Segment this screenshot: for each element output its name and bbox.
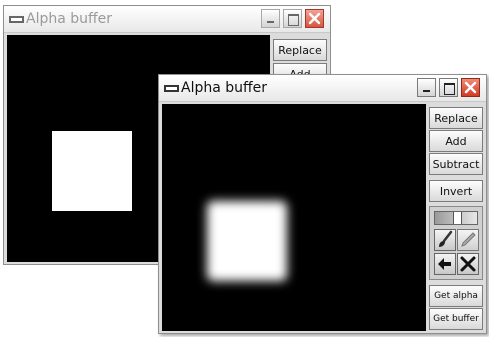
front-window-title: Alpha buffer <box>181 80 268 96</box>
tool-clear[interactable] <box>457 253 479 275</box>
minimize-icon <box>267 21 274 23</box>
invert-button[interactable]: Invert <box>429 180 483 202</box>
pencil-icon <box>461 232 476 247</box>
front-titlebar[interactable]: Alpha buffer <box>159 75 486 102</box>
minimize-button[interactable] <box>261 9 280 28</box>
front-alpha-canvas[interactable] <box>162 104 426 331</box>
brush-size-slider[interactable] <box>434 211 478 225</box>
clear-icon <box>460 256 476 272</box>
blurred-alpha-shape <box>207 201 287 281</box>
close-icon <box>308 12 321 25</box>
maximize-icon <box>288 14 299 26</box>
close-icon <box>464 81 477 94</box>
tool-undo[interactable] <box>434 253 456 275</box>
get-buffer-button[interactable]: Get buffer <box>429 308 483 330</box>
close-button[interactable] <box>305 9 324 28</box>
get-alpha-button[interactable]: Get alpha <box>429 285 483 307</box>
back-window-title: Alpha buffer <box>26 11 113 27</box>
tool-palette <box>429 206 483 280</box>
front-window: Alpha buffer Replace Add Subtract Invert <box>158 74 487 334</box>
alpha-shape-square <box>52 131 132 211</box>
brush-icon <box>439 230 453 247</box>
tool-brush[interactable] <box>434 229 456 251</box>
minimize-button[interactable] <box>417 78 436 97</box>
slider-thumb[interactable] <box>453 212 462 224</box>
close-button[interactable] <box>461 78 480 97</box>
subtract-button[interactable]: Subtract <box>429 153 483 175</box>
back-titlebar[interactable]: Alpha buffer <box>4 6 330 33</box>
maximize-button[interactable] <box>439 78 458 97</box>
maximize-button[interactable] <box>283 9 302 28</box>
tool-pencil[interactable] <box>457 229 479 251</box>
window-menu-icon[interactable] <box>9 16 24 23</box>
add-button[interactable]: Add <box>429 130 483 152</box>
window-menu-icon[interactable] <box>164 85 179 92</box>
arrow-icon <box>438 258 451 270</box>
replace-button[interactable]: Replace <box>429 107 483 129</box>
maximize-icon <box>444 83 455 95</box>
minimize-icon <box>423 90 430 92</box>
back-replace-button[interactable]: Replace <box>273 39 327 61</box>
